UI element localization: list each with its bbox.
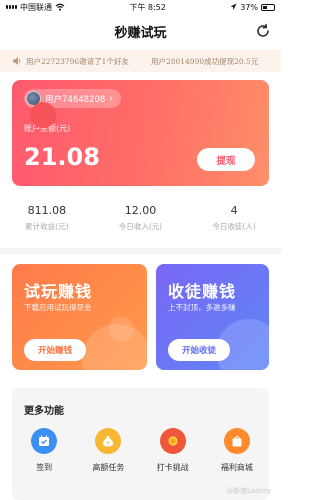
decorative-circle <box>108 316 134 342</box>
stat-label: 今日收入(元) <box>118 222 163 231</box>
function-label: 高额任务 <box>92 463 125 472</box>
recruit-card-subtitle: 上不封顶，多邀多赚 <box>168 303 236 312</box>
refresh-icon[interactable] <box>255 23 271 39</box>
carrier-label: 中国联通 <box>20 2 52 12</box>
function-sign-in[interactable]: 签到 <box>12 428 76 473</box>
start-earning-button[interactable]: 开始赚钱 <box>24 339 86 361</box>
balance-value: 21.08 <box>24 143 100 171</box>
notice-text: 用户28014990成功提现20.5元 <box>150 56 259 66</box>
recruit-card-title: 收徒赚钱 <box>168 282 237 301</box>
svg-text:¥: ¥ <box>107 441 111 447</box>
trial-card-title: 试玩赚钱 <box>24 282 93 301</box>
function-label: 福利商城 <box>220 463 253 472</box>
more-functions-panel: 更多功能 签到 ¥ 高额任务 打卡挑战 福利商城 <box>12 388 269 500</box>
money-bag-icon: ¥ <box>95 428 122 454</box>
function-welfare-mall[interactable]: 福利商城 <box>205 428 269 473</box>
watermark: @新浪Ladery <box>226 487 271 495</box>
function-label: 打卡挑战 <box>156 463 189 472</box>
status-right: 37% <box>230 3 275 12</box>
status-time: 下午 8:52 <box>129 2 166 12</box>
more-functions-title: 更多功能 <box>24 406 64 417</box>
function-high-tasks[interactable]: ¥ 高额任务 <box>76 428 140 473</box>
stat-total-earnings: 811.08 累计收益(元) <box>0 204 94 232</box>
stat-value: 4 <box>230 204 238 217</box>
stat-value: 811.08 <box>27 204 67 217</box>
balance-card: 用户74648208 › 账户余额(元) 21.08 提现 <box>12 80 269 186</box>
withdraw-button[interactable]: 提现 <box>197 148 255 171</box>
medal-icon <box>159 428 186 454</box>
stats-row: 811.08 累计收益(元) 12.00 今日收入(元) 4 今日收徒(人) <box>0 204 281 232</box>
status-left: 中国联通 <box>6 2 65 13</box>
calendar-check-icon <box>31 428 58 454</box>
speaker-icon <box>13 57 21 65</box>
stat-label: 今日收徒(人) <box>212 222 256 231</box>
function-grid: 签到 ¥ 高额任务 打卡挑战 福利商城 <box>12 428 269 473</box>
stat-value: 12.00 <box>124 204 157 217</box>
user-id: 用户74648208 <box>45 94 106 105</box>
trial-card-subtitle: 下载应用试玩得现金 <box>24 303 92 312</box>
notice-bar: 用户22723796邀请了1个好友 用户28014990成功提现20.5元 <box>0 50 281 72</box>
trial-earn-card[interactable]: 试玩赚钱 下载应用试玩得现金 开始赚钱 <box>12 264 147 370</box>
wifi-icon <box>55 3 65 11</box>
stat-today-income: 12.00 今日收入(元) <box>94 204 188 232</box>
page-title: 秒赚试玩 <box>114 25 167 41</box>
stat-label: 累计收益(元) <box>25 222 69 231</box>
function-label: 签到 <box>36 463 53 472</box>
start-recruiting-button[interactable]: 开始收徒 <box>168 339 230 361</box>
signal-icon <box>6 5 17 9</box>
stat-today-recruits: 4 今日收徒(人) <box>187 204 281 232</box>
status-bar: 中国联通 下午 8:52 37% <box>0 0 281 14</box>
location-icon <box>230 3 237 10</box>
chevron-right-icon: › <box>109 93 113 104</box>
battery-percent: 37% <box>240 2 258 12</box>
notice-text: 用户22723796邀请了1个好友 <box>26 56 129 66</box>
battery-icon <box>260 3 275 11</box>
more-function-icon[interactable] <box>30 102 56 128</box>
section-divider <box>0 248 281 254</box>
function-checkin-challenge[interactable]: 打卡挑战 <box>141 428 205 473</box>
shopping-bag-icon <box>223 428 250 454</box>
nav-bar: 秒赚试玩 <box>0 16 281 46</box>
recruit-earn-card[interactable]: 收徒赚钱 上不封顶，多邀多赚 开始收徒 <box>156 264 269 370</box>
